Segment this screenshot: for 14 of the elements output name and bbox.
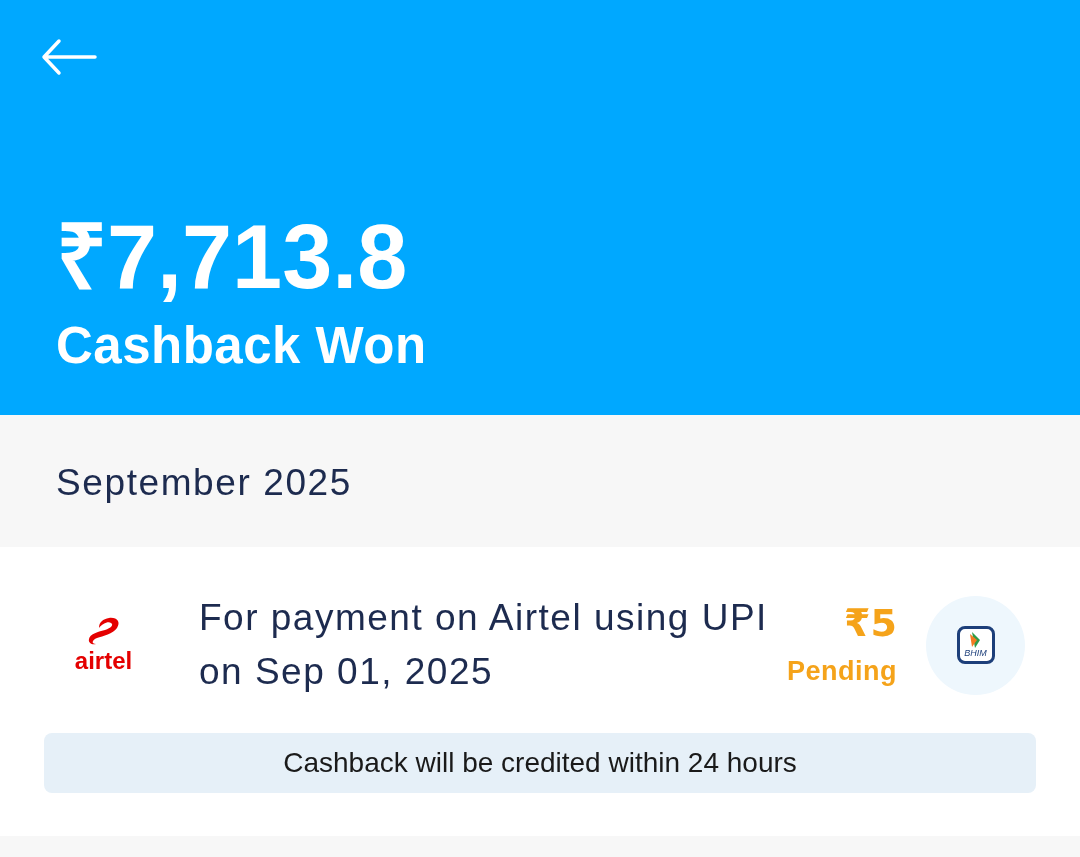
status-label: Pending	[787, 656, 897, 688]
cashback-card[interactable]: airtel For payment on Airtel using UPI on Sep 01, 2025 ₹5 Pending BHIM Cashback will be credited within 24 hours	[0, 547, 1080, 836]
back-icon	[41, 37, 97, 77]
app-name: BHIM	[964, 649, 987, 658]
brand-name: airtel	[74, 647, 133, 675]
info-text: Cashback will be credited within 24 hours	[283, 747, 797, 779]
cashback-caption: Cashback Won	[56, 318, 428, 375]
entry-amount: ₹5	[844, 602, 897, 645]
back-button[interactable]	[41, 37, 97, 77]
brand-swirl-icon	[86, 615, 121, 646]
month-title: September 2025	[56, 461, 352, 504]
chevron-icon	[969, 632, 982, 648]
transaction-description: For payment on Airtel using UPI on Sep 01, 2025	[199, 596, 769, 694]
cashback-amount: ₹7,713.8	[56, 212, 409, 302]
